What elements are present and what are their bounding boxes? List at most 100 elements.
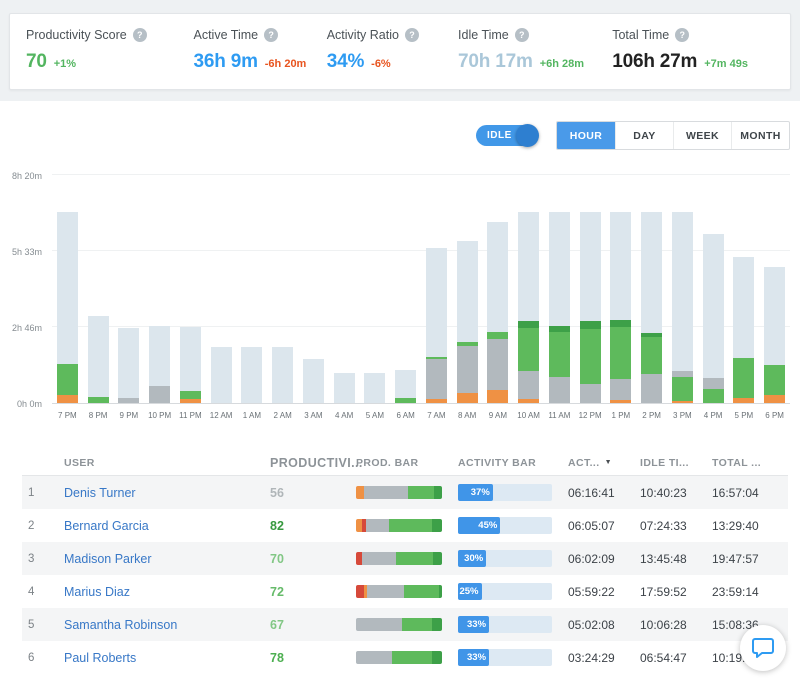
column-header-label: IDLE TI... — [640, 457, 689, 469]
prod-bar-segment-gray — [364, 486, 409, 499]
stat-active-time: Active Time ? 36h 9m -6h 20m — [193, 28, 326, 73]
chart-plot-area: 7 PM8 PM9 PM10 PM11 PM12 AM1 AM2 AM3 AM4… — [52, 176, 790, 404]
chart-bar[interactable] — [395, 370, 416, 403]
column-header-activity_bar[interactable]: ACTIVITY BAR — [458, 457, 568, 469]
chart-bar-column: 5 PM — [729, 176, 760, 403]
column-header-user[interactable]: USER — [64, 457, 270, 469]
chart-bar-column: 3 AM — [298, 176, 329, 403]
chart-bar-column: 6 AM — [390, 176, 421, 403]
chart-bar-column: 1 AM — [237, 176, 268, 403]
productivity-bar[interactable] — [356, 519, 442, 532]
tab-day[interactable]: DAY — [615, 122, 673, 149]
total-time: 19:47:57 — [712, 552, 788, 566]
bar-segment-darkgreen — [580, 321, 601, 329]
activity-bar[interactable]: 37% — [458, 484, 552, 501]
table-row: 4Marius Diaz7225%05:59:2217:59:5223:59:1… — [22, 575, 788, 608]
productivity-bar[interactable] — [356, 552, 442, 565]
chart-bar[interactable] — [180, 327, 201, 403]
chart-bar[interactable] — [88, 316, 109, 403]
activity-bar[interactable]: 33% — [458, 649, 552, 666]
user-link[interactable]: Madison Parker — [64, 552, 152, 566]
activity-bar[interactable]: 25% — [458, 583, 552, 600]
chart-bar[interactable] — [457, 241, 478, 403]
user-link[interactable]: Paul Roberts — [64, 651, 136, 665]
chart-bar[interactable] — [672, 212, 693, 403]
chart-controls: IDLE HOURDAYWEEKMONTH — [0, 121, 790, 150]
column-header-productivity[interactable]: PRODUCTIVI... — [270, 456, 356, 470]
productivity-bar[interactable] — [356, 618, 442, 631]
help-icon[interactable]: ? — [515, 28, 529, 42]
chart-bar[interactable] — [57, 212, 78, 404]
column-header-idle_time[interactable]: IDLE TI... — [640, 457, 712, 469]
chart-bar[interactable] — [149, 326, 170, 403]
user-link[interactable]: Denis Turner — [64, 486, 136, 500]
help-icon[interactable]: ? — [133, 28, 147, 42]
column-header-active_time[interactable]: ACT...▼ — [568, 457, 640, 469]
column-header-total_time[interactable]: TOTAL ... — [712, 457, 788, 469]
activity-stacked-bar-chart: 0h 0m2h 46m5h 33m8h 20m 7 PM8 PM9 PM10 P… — [0, 176, 790, 404]
tab-month[interactable]: MONTH — [731, 122, 789, 149]
stat-delta: +7m 49s — [704, 58, 748, 70]
user-link[interactable]: Samantha Robinson — [64, 618, 177, 632]
bar-segment-idle — [57, 212, 78, 364]
chart-bar[interactable] — [334, 373, 355, 403]
bar-segment-darkgreen — [610, 320, 631, 327]
stat-value: 70 — [26, 51, 47, 73]
tab-week[interactable]: WEEK — [673, 122, 731, 149]
chart-bar[interactable] — [272, 347, 293, 403]
stat-label-row: Active Time ? — [193, 28, 326, 42]
chart-bar[interactable] — [580, 212, 601, 404]
bar-segment-orange — [57, 395, 78, 403]
activity-bar[interactable]: 33% — [458, 616, 552, 633]
x-axis-label: 2 AM — [274, 411, 292, 420]
chart-bar[interactable] — [549, 212, 570, 404]
idle-toggle[interactable]: IDLE — [476, 125, 538, 146]
stat-value-row: 34% -6% — [327, 51, 458, 73]
column-header-label: USER — [64, 457, 95, 469]
chart-bar[interactable] — [733, 257, 754, 403]
chart-bar[interactable] — [241, 347, 262, 403]
help-icon[interactable]: ? — [675, 28, 689, 42]
x-axis-label: 8 PM — [89, 411, 108, 420]
chart-bar[interactable] — [518, 212, 539, 403]
chart-bar-column: 2 AM — [267, 176, 298, 403]
chart-bar-column: 8 AM — [452, 176, 483, 403]
user-link[interactable]: Marius Diaz — [64, 585, 130, 599]
bar-segment-idle — [580, 212, 601, 321]
chart-bar[interactable] — [703, 234, 724, 403]
chart-bar[interactable] — [118, 328, 139, 403]
stat-label-row: Total Time ? — [612, 28, 774, 42]
users-table: USER PRODUCTIVI...PROD. BARACTIVITY BARAC… — [22, 450, 788, 674]
productivity-bar[interactable] — [356, 585, 442, 598]
x-axis-label: 10 PM — [148, 411, 171, 420]
user-link[interactable]: Bernard Garcia — [64, 519, 149, 533]
tab-hour[interactable]: HOUR — [557, 122, 615, 149]
chart-bar[interactable] — [426, 248, 447, 403]
chart-bar[interactable] — [211, 347, 232, 403]
chart-bar[interactable] — [764, 267, 785, 403]
activity-bar[interactable]: 30% — [458, 550, 552, 567]
bar-segment-green — [580, 329, 601, 384]
total-time: 23:59:14 — [712, 585, 788, 599]
chart-bar[interactable] — [641, 212, 662, 403]
help-icon[interactable]: ? — [405, 28, 419, 42]
help-icon[interactable]: ? — [264, 28, 278, 42]
activity-bar[interactable]: 45% — [458, 517, 552, 534]
prod-bar-segment-darkgreen — [433, 552, 442, 565]
chart-bar[interactable] — [487, 222, 508, 403]
chat-launcher[interactable] — [740, 625, 786, 671]
bar-segment-green — [764, 365, 785, 395]
productivity-bar[interactable] — [356, 486, 442, 499]
activity-percent: 33% — [467, 652, 489, 663]
top-strip: Productivity Score ? 70 +1% Active Time … — [0, 0, 800, 101]
chart-bar[interactable] — [303, 359, 324, 403]
chart-bar[interactable] — [610, 212, 631, 403]
chart-bar[interactable] — [364, 373, 385, 403]
x-axis-label: 4 AM — [335, 411, 353, 420]
bar-segment-idle — [272, 347, 293, 403]
row-rank: 3 — [22, 553, 64, 565]
productivity-bar[interactable] — [356, 651, 442, 664]
chart-bar-column: 2 PM — [636, 176, 667, 403]
activity-percent: 33% — [467, 619, 489, 630]
column-header-prod_bar[interactable]: PROD. BAR — [356, 457, 458, 469]
